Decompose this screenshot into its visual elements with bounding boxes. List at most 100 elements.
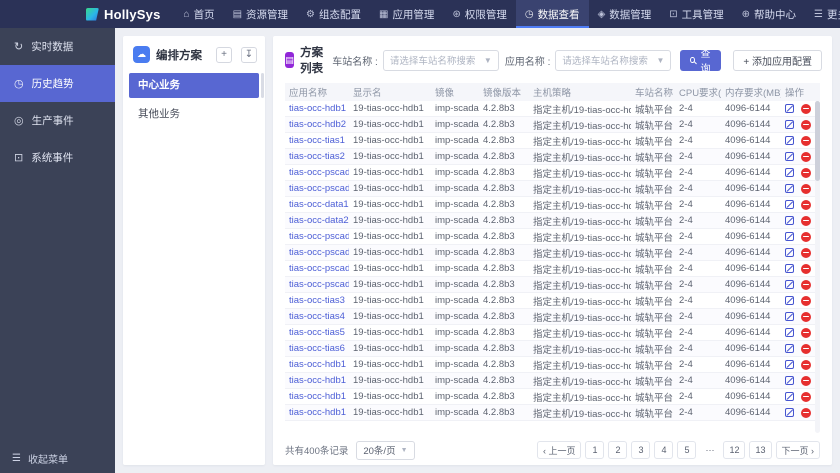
disable-icon[interactable] (801, 311, 811, 322)
app-name-link[interactable]: tias-occ-tias6 (289, 343, 345, 354)
disable-icon[interactable] (801, 263, 811, 274)
app-name-link[interactable]: tias-occ-hdb1 (289, 375, 346, 386)
app-name-link[interactable]: tias-occ-pscada6 (289, 279, 349, 290)
page-size-select[interactable]: 20条/页 ▼ (356, 440, 415, 460)
nav-item-data-manage[interactable]: ◈ 数据管理 ▾ (589, 0, 661, 28)
nav-item-data-view[interactable]: ◷ 数据查看 ▾ (515, 0, 589, 28)
disable-icon[interactable] (801, 247, 811, 258)
page-button-3[interactable]: 3 (631, 441, 651, 459)
image-version-cell: 4.2.8b3 (479, 324, 529, 341)
disable-icon[interactable] (801, 343, 811, 354)
sidebar-item-system-events[interactable]: ⊡ 系统事件 (0, 139, 115, 176)
next-page-button[interactable]: 下一页 › (775, 441, 820, 459)
disable-icon[interactable] (801, 391, 811, 402)
edit-icon[interactable] (785, 184, 794, 193)
page-button-1[interactable]: 1 (585, 441, 605, 459)
app-name-link[interactable]: tias-occ-pscada4 (289, 247, 349, 258)
sidebar-item-realtime-data[interactable]: ↻ 实时数据 (0, 28, 115, 65)
plan-list-scrollbar[interactable] (261, 73, 264, 98)
disable-icon[interactable] (801, 359, 811, 370)
page-button-2[interactable]: 2 (608, 441, 628, 459)
edit-icon[interactable] (785, 376, 794, 385)
page-button-13[interactable]: 13 (749, 441, 772, 459)
table-scrollbar-thumb[interactable] (815, 101, 820, 181)
page-button-5[interactable]: 5 (677, 441, 697, 459)
disable-icon[interactable] (801, 279, 811, 290)
plan-list-item[interactable]: 中心业务 (129, 73, 259, 98)
image-cell: imp-scada (431, 340, 479, 357)
disable-icon[interactable] (801, 183, 811, 194)
page-button-4[interactable]: 4 (654, 441, 674, 459)
disable-icon[interactable] (801, 295, 811, 306)
app-select[interactable]: 请选择车站名称搜索 ▼ (555, 49, 672, 71)
edit-icon[interactable] (785, 152, 794, 161)
app-name-link[interactable]: tias-occ-hdb2 (289, 119, 346, 130)
edit-icon[interactable] (785, 296, 794, 305)
edit-icon[interactable] (785, 120, 794, 129)
add-app-config-button[interactable]: + 添加应用配置 (733, 49, 822, 71)
app-name-link[interactable]: tias-occ-pscada1 (289, 183, 349, 194)
nav-item-tools[interactable]: ⊡ 工具管理 ▾ (660, 0, 732, 28)
disable-icon[interactable] (801, 327, 811, 338)
sidebar-item-production-events[interactable]: ◎ 生产事件 (0, 102, 115, 139)
app-name-link[interactable]: tias-occ-hdb1 (289, 359, 346, 370)
edit-icon[interactable] (785, 104, 794, 113)
disable-icon[interactable] (801, 215, 811, 226)
sidebar-item-history-trend[interactable]: ◷ 历史趋势 (0, 65, 115, 102)
nav-item-permissions[interactable]: ⊛ 权限管理 ▾ (443, 0, 515, 28)
edit-icon[interactable] (785, 200, 794, 209)
disable-icon[interactable] (801, 199, 811, 210)
disable-icon[interactable] (801, 119, 811, 130)
edit-icon[interactable] (785, 392, 794, 401)
edit-icon[interactable] (785, 248, 794, 257)
nav-item-more[interactable]: ☰ 更多 ▾ (805, 0, 840, 28)
table-scrollbar[interactable] (815, 101, 820, 433)
app-name-link[interactable]: tias-occ-data1 (289, 199, 349, 210)
nav-item-configuration[interactable]: ⚙ 组态配置 ▾ (297, 0, 370, 28)
edit-icon[interactable] (785, 312, 794, 321)
edit-icon[interactable] (785, 264, 794, 273)
nav-item-resources[interactable]: ▤ 资源管理 ▾ (224, 0, 297, 28)
edit-icon[interactable] (785, 232, 794, 241)
disable-icon[interactable] (801, 407, 811, 418)
app-name-link[interactable]: tias-occ-data2 (289, 215, 349, 226)
nav-item-help[interactable]: ⊕ 帮助中心 ▾ (733, 0, 805, 28)
app-name-link[interactable]: tias-occ-hdb1 (289, 103, 346, 114)
edit-icon[interactable] (785, 136, 794, 145)
page-button-12[interactable]: 12 (723, 441, 746, 459)
plan-list-item[interactable]: 其他业务 (129, 102, 259, 127)
export-plan-button[interactable]: ↧ (241, 46, 257, 63)
disable-icon[interactable] (801, 167, 811, 178)
edit-icon[interactable] (785, 344, 794, 353)
app-name-link[interactable]: tias-occ-tias4 (289, 311, 345, 322)
disable-icon[interactable] (801, 231, 811, 242)
app-name-link[interactable]: tias-occ-hdb1 (289, 407, 346, 418)
nav-item-applications[interactable]: ▦ 应用管理 ▾ (370, 0, 443, 28)
prev-page-button[interactable]: ‹ 上一页 (536, 441, 582, 459)
app-name-link[interactable]: tias-occ-hdb1 (289, 391, 346, 402)
edit-icon[interactable] (785, 168, 794, 177)
edit-icon[interactable] (785, 360, 794, 369)
app-name-link[interactable]: tias-occ-tias1 (289, 135, 345, 146)
app-name-link[interactable]: tias-occ-pscada5 (289, 263, 349, 274)
edit-icon[interactable] (785, 280, 794, 289)
table-row: tias-occ-hdb1 19-tias-occ-hdb1 imp-scada… (285, 404, 820, 421)
edit-icon[interactable] (785, 216, 794, 225)
memory-cell: 4096-6144 (721, 180, 781, 197)
add-plan-button[interactable]: + (216, 46, 232, 63)
station-select[interactable]: 请选择车站名称搜索 ▼ (382, 49, 499, 71)
disable-icon[interactable] (801, 151, 811, 162)
app-name-link[interactable]: tias-occ-tias2 (289, 151, 345, 162)
app-name-link[interactable]: tias-occ-pscada3 (289, 231, 349, 242)
disable-icon[interactable] (801, 375, 811, 386)
disable-icon[interactable] (801, 103, 811, 114)
nav-item-home[interactable]: ⌂ 首页 ▾ (175, 0, 224, 28)
edit-icon[interactable] (785, 408, 794, 417)
query-button[interactable]: 查询 (680, 49, 722, 75)
app-name-link[interactable]: tias-occ-pscada1 (289, 167, 349, 178)
disable-icon[interactable] (801, 135, 811, 146)
app-name-link[interactable]: tias-occ-tias3 (289, 295, 345, 306)
collapse-menu-button[interactable]: ☰ 收起菜单 (0, 443, 115, 473)
app-name-link[interactable]: tias-occ-tias5 (289, 327, 345, 338)
edit-icon[interactable] (785, 328, 794, 337)
